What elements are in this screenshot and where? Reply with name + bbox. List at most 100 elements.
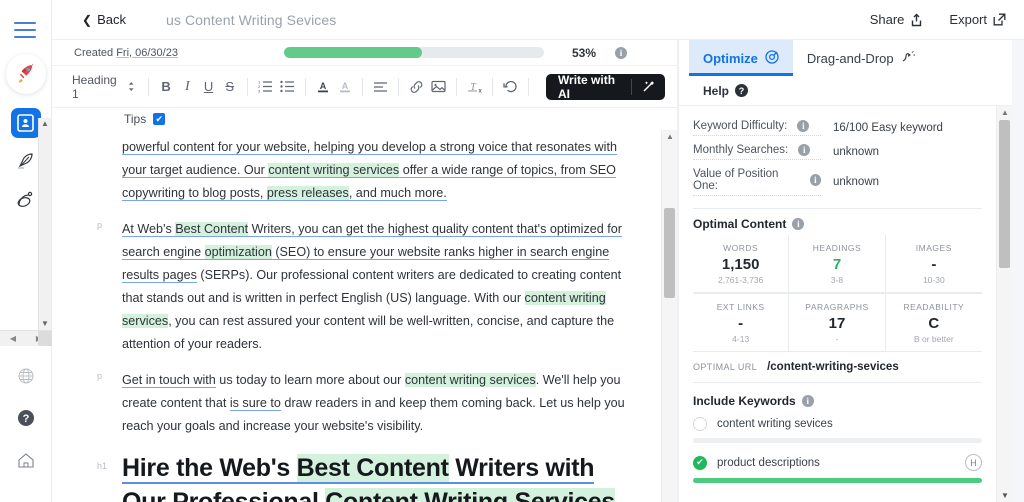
stat-label: Value of Position One: i (693, 168, 821, 196)
metric-label: EXT LINKS (716, 302, 765, 312)
share-button[interactable]: Share (870, 12, 924, 27)
help-row[interactable]: Help ? (679, 76, 1012, 106)
document-scroll-thumb[interactable] (664, 208, 675, 298)
info-icon[interactable]: i (801, 395, 814, 407)
document-meta-row: Created Fri, 06/30/23 53% i (52, 40, 677, 66)
rocket-icon[interactable] (5, 54, 46, 94)
underline-icon[interactable]: U (198, 75, 219, 98)
metric-images: IMAGES - 10-30 (886, 235, 982, 292)
align-icon[interactable] (370, 75, 391, 98)
scroll-left-icon[interactable]: ◀ (10, 334, 16, 343)
bold-icon[interactable]: B (155, 75, 176, 98)
scroll-down-icon[interactable]: ▼ (1001, 491, 1009, 500)
stat-value: 16/100 Easy keyword (833, 122, 943, 134)
clear-format-icon[interactable]: Tx (464, 75, 485, 98)
keyword-highlight: Best Content (175, 222, 249, 237)
scroll-up-icon[interactable]: ▲ (666, 132, 674, 141)
home-icon[interactable] (16, 451, 36, 474)
keyword-item[interactable]: content writing sevices (693, 417, 982, 443)
magic-wand-icon[interactable] (632, 80, 665, 93)
sidebar-vertical-scrollbar[interactable]: ▲ ▼ (38, 118, 51, 330)
italic-icon[interactable]: I (177, 75, 198, 98)
tips-checkbox[interactable]: ✔ (153, 113, 166, 125)
help-circle-icon[interactable]: ? (16, 408, 36, 433)
back-button[interactable]: ❮ Back (82, 12, 126, 27)
question-icon[interactable]: ? (735, 84, 749, 97)
sidebar-item-document[interactable] (10, 108, 41, 138)
keyword-highlight: press releases (266, 186, 349, 201)
undo-icon[interactable] (500, 75, 521, 98)
link-icon[interactable] (406, 75, 427, 98)
strikethrough-icon[interactable]: S (219, 75, 240, 98)
ordered-list-icon[interactable]: 123 (255, 75, 276, 98)
keyword-list: content writing sevices ✔ product descript… (693, 417, 982, 483)
heading-text[interactable]: Hire the Web's Best Content Writers with… (122, 451, 631, 502)
paragraph-text[interactable]: At Web's Best Content Writers, you can g… (122, 218, 631, 356)
hscroll-thumb[interactable] (38, 331, 52, 346)
sidebar-item-writer[interactable] (11, 146, 41, 176)
toolbar-divider (491, 77, 493, 96)
paragraph-text[interactable]: powerful content for your website, helpi… (122, 136, 631, 205)
block-tag-label: h1 (97, 461, 108, 471)
heading-style-value: Heading 1 (72, 72, 117, 101)
text-run: At Web's (122, 222, 176, 237)
metric-range: 3-8 (830, 275, 844, 285)
stat-label: Monthly Searches: i (693, 144, 821, 160)
left-sidebar: ▲ ▼ ◀ ▶ ? (0, 0, 52, 502)
info-icon[interactable]: i (615, 46, 627, 59)
updown-caret-icon (129, 81, 134, 92)
info-icon[interactable]: i (798, 144, 811, 156)
sidebar-horizontal-scrollbar[interactable]: ◀ ▶ (0, 330, 52, 346)
keyword-item[interactable]: ✔ product descriptions H (693, 454, 982, 483)
scroll-up-icon[interactable]: ▲ (1001, 108, 1009, 117)
panel-scroll-thumb[interactable] (999, 120, 1010, 268)
document-block[interactable]: p At Web's Best Content Writers, you can … (97, 218, 631, 356)
globe-icon[interactable] (17, 367, 35, 390)
keyword-name: product descriptions (717, 456, 820, 469)
text-run: Hire the Web's (122, 454, 297, 484)
tab-optimize[interactable]: Optimize (689, 40, 793, 76)
panel-scrollbar[interactable]: ▲ ▼ (996, 106, 1012, 502)
page-title: us Content Writing Sevices (165, 11, 337, 28)
metric-range: 4-13 (732, 334, 750, 344)
unordered-list-icon[interactable] (277, 75, 298, 98)
metric-range: B or better (913, 334, 954, 344)
right-edge-strip (1012, 40, 1024, 502)
paragraph-text[interactable]: Get in touch with us today to learn more… (122, 369, 631, 438)
write-with-ai-button[interactable]: Write with AI (545, 73, 666, 101)
keyword-progress-bar (693, 478, 982, 483)
keyword-checkbox[interactable] (693, 417, 707, 431)
chevron-left-icon: ❮ (82, 12, 93, 27)
keyword-highlight: Content Writing Services (325, 488, 615, 502)
info-icon[interactable]: i (809, 174, 821, 186)
document-block[interactable]: p Get in touch with us today to learn mor… (97, 369, 631, 438)
info-icon[interactable]: i (797, 120, 810, 132)
text-color-icon[interactable]: A (313, 75, 334, 98)
document-scroll-area: powerful content for your website, helpi… (52, 130, 677, 502)
scroll-down-icon[interactable]: ▼ (41, 318, 49, 330)
keyword-checkbox[interactable]: ✔ (693, 455, 707, 470)
hamburger-menu-icon[interactable] (13, 22, 38, 38)
sidebar-item-tracking[interactable] (11, 184, 41, 214)
created-date: Created Fri, 06/30/23 (74, 47, 178, 59)
metric-value: C (928, 315, 940, 332)
heading-style-select[interactable]: Heading 1 (66, 70, 141, 104)
scroll-up-icon[interactable]: ▲ (41, 118, 49, 130)
info-icon[interactable]: i (792, 218, 805, 230)
top-bar: ❮ Back us Content Writing Sevices Share … (52, 0, 1024, 40)
document-block[interactable]: powerful content for your website, helpi… (122, 136, 631, 205)
keyword-highlight: content writing services (268, 163, 400, 178)
heading-badge[interactable]: H (965, 454, 982, 471)
toolbar-divider (455, 77, 457, 96)
export-button[interactable]: Export (949, 12, 1006, 27)
image-icon[interactable] (427, 75, 448, 98)
document-scrollbar[interactable]: ▲ (661, 130, 677, 502)
tab-drag-and-drop[interactable]: Drag-and-Drop (793, 40, 930, 76)
progress-fill (283, 47, 422, 58)
svg-text:A: A (341, 81, 348, 91)
document-body[interactable]: powerful content for your website, helpi… (52, 130, 661, 502)
share-upload-icon (912, 13, 922, 26)
highlight-color-icon[interactable]: A (334, 75, 355, 98)
text-run: is sure to (229, 396, 281, 411)
document-block[interactable]: h1 Hire the Web's Best Content Writers wi… (97, 451, 631, 502)
